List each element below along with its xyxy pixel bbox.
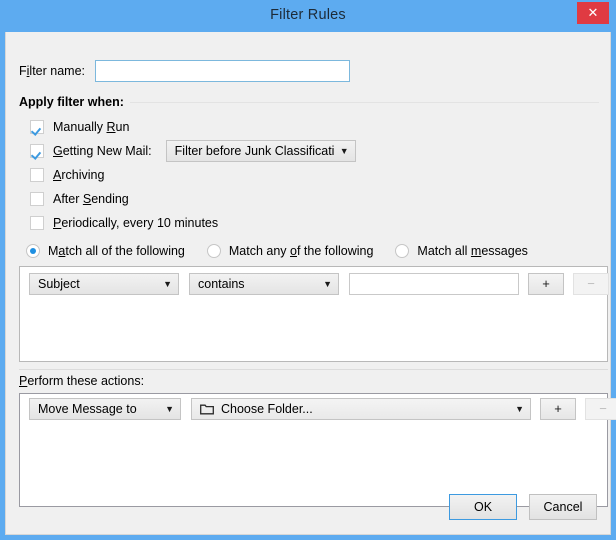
dropdown-junk-classification[interactable]: Filter before Junk Classification ▼ [165,140,356,162]
checkbox-getting-new-mail[interactable] [30,144,44,158]
add-action-button[interactable]: + [540,398,576,420]
folder-icon [200,404,214,415]
chevron-down-icon: ▼ [323,278,332,289]
radio-indicator-match-all-of-the-following[interactable] [26,244,40,258]
filter-rules-dialog: Filter Rules ✕ Filter name: Apply filter… [0,0,616,540]
actions-panel: Move Message to ▼ Choose Folder... ▼ + − [19,393,616,507]
checkbox-label-getting-new-mail: Getting New Mail: [53,144,152,158]
close-icon[interactable]: ✕ [577,2,609,24]
action-row: Move Message to ▼ Choose Folder... ▼ + − [29,398,616,420]
checkbox-after-sending[interactable] [30,192,44,206]
remove-condition-button: − [573,273,609,295]
label-separator [129,101,599,103]
radio-label-match-all-messages: Match all messages [417,244,528,258]
checkbox-label-after-sending: After Sending [53,192,129,206]
radio-label-match-all-of-the-following: Match all of the following [48,244,185,258]
filter-name-input[interactable] [95,60,351,82]
dropdown-junk-classification-value: Filter before Junk Classification [174,144,334,158]
checkbox-label-archiving: Archiving [53,168,105,182]
window-title: Filter Rules [270,7,346,23]
checkbox-manually-run[interactable] [30,120,44,134]
checkbox-row-periodically[interactable]: Periodically, every 10 minutes [30,212,356,234]
dropdown-action-type-value: Move Message to [38,402,137,416]
perform-actions-label: Perform these actions: [19,374,145,388]
checkbox-row-after-sending[interactable]: After Sending [30,188,356,210]
conditions-panel: Subject ▼ contains ▼ + − [19,266,609,362]
remove-action-button: − [585,398,616,420]
chevron-down-icon: ▼ [163,278,172,289]
checkbox-row-getting-new-mail[interactable]: Getting New Mail: Filter before Junk Cla… [30,140,356,162]
chevron-down-icon: ▼ [165,403,174,414]
match-mode-radio-group: Match all of the following Match any of … [26,244,550,258]
dropdown-condition-field-value: Subject [38,277,80,291]
radio-match-any-of-the-following[interactable]: Match any of the following [206,244,374,258]
dropdown-condition-operator[interactable]: contains ▼ [189,273,339,295]
radio-match-all-messages[interactable]: Match all messages [395,244,528,258]
dropdown-target-folder-value: Choose Folder... [221,402,313,416]
radio-indicator-match-all-messages[interactable] [395,244,410,258]
apply-filter-checkbox-list: Manually Run Getting New Mail: Filter be… [30,116,356,236]
chevron-down-icon: ▼ [515,403,524,414]
dialog-body: Filter name: Apply filter when: Manually… [5,32,616,535]
checkbox-row-archiving[interactable]: Archiving [30,164,356,186]
add-condition-button[interactable]: + [528,273,564,295]
condition-row: Subject ▼ contains ▼ + − [29,273,609,295]
apply-filter-when-label: Apply filter when: [19,95,599,109]
radio-match-all-of-the-following[interactable]: Match all of the following [26,244,185,258]
checkbox-label-periodically: Periodically, every 10 minutes [53,216,219,230]
dropdown-action-type[interactable]: Move Message to ▼ [29,398,181,420]
radio-label-match-any-of-the-following: Match any of the following [228,244,374,258]
cancel-button[interactable]: Cancel [529,494,597,520]
chevron-down-icon: ▼ [339,145,349,156]
checkbox-archiving[interactable] [30,168,44,182]
checkbox-label-manually-run: Manually Run [53,120,130,134]
dropdown-condition-field[interactable]: Subject ▼ [29,273,179,295]
dialog-footer: OK Cancel [449,494,597,520]
condition-value-input[interactable] [349,273,519,295]
ok-button[interactable]: OK [449,494,517,520]
dropdown-condition-operator-value: contains [198,277,245,291]
checkbox-row-manually-run[interactable]: Manually Run [30,116,356,138]
radio-indicator-match-any-of-the-following[interactable] [206,244,221,258]
dropdown-target-folder[interactable]: Choose Folder... ▼ [191,398,531,420]
filter-name-row: Filter name: [19,60,351,82]
title-bar: Filter Rules ✕ [5,0,611,32]
section-divider [19,369,608,370]
filter-name-label: Filter name: [19,64,86,78]
checkbox-periodically[interactable] [30,216,44,230]
